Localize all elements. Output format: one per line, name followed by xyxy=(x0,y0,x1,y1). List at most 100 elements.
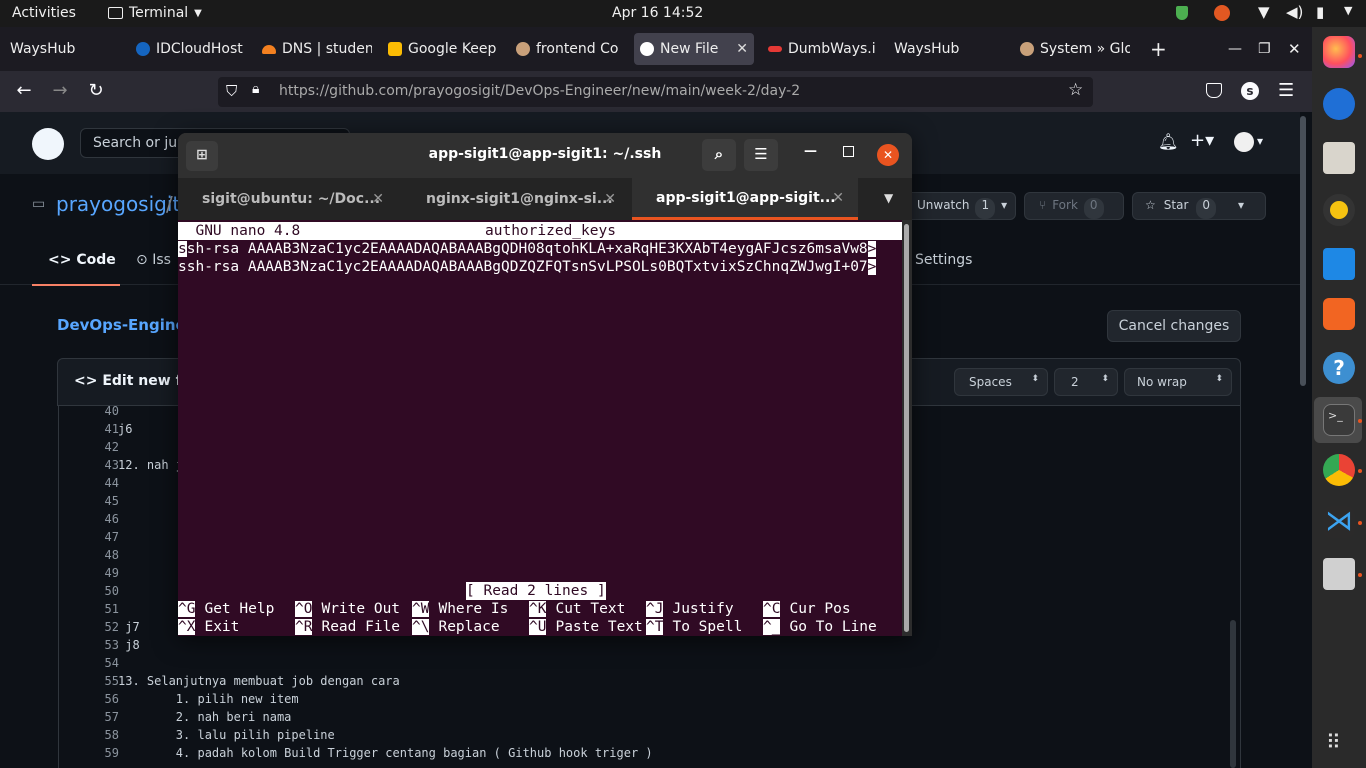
terminal-tab[interactable]: sigit@ubuntu: ~/Doc... ✕ xyxy=(178,178,404,220)
terminal-tab-active[interactable]: app-sigit1@app-sigit... ✕ xyxy=(632,178,858,220)
show-apps-grid-icon[interactable]: ⠿ xyxy=(1326,730,1341,754)
plus-dropdown-icon[interactable]: +▾ xyxy=(1190,130,1214,151)
browser-tab[interactable]: IDCloudHost xyxy=(130,33,246,65)
browser-tab[interactable]: DNS | studen xyxy=(256,33,372,65)
indent-size-select[interactable]: 2 ⬍ xyxy=(1054,368,1118,396)
app-tray-icon[interactable] xyxy=(1214,5,1230,21)
profile-avatar[interactable]: s xyxy=(1241,82,1259,100)
wifi-icon[interactable]: ▼ xyxy=(1258,3,1270,21)
code-line: 12. nah j xyxy=(118,458,184,472)
terminal-scrollbar-thumb[interactable] xyxy=(904,224,909,632)
browser-tab[interactable]: frontend Co xyxy=(510,33,626,65)
tab-label: WaysHub xyxy=(10,41,76,57)
tab-code[interactable]: <> Code xyxy=(32,248,120,286)
caret-down-icon: ▾ xyxy=(1001,198,1008,212)
files-icon[interactable] xyxy=(1323,142,1355,174)
close-tab-icon[interactable]: ✕ xyxy=(832,190,844,206)
shortcut-key: ^X xyxy=(178,619,196,635)
github-logo-icon[interactable] xyxy=(32,128,64,160)
idcloudhost-icon xyxy=(136,42,150,56)
indent-mode-value: Spaces xyxy=(969,375,1012,389)
star-label: Star xyxy=(1163,198,1189,212)
line-number: 56 xyxy=(104,692,119,706)
close-icon[interactable]: ✕ xyxy=(877,144,899,166)
browser-tab[interactable]: System » Glo xyxy=(1014,33,1130,65)
help-icon[interactable]: ? xyxy=(1323,352,1355,384)
minimize-window-button[interactable]: — xyxy=(1222,33,1248,65)
thunderbird-icon[interactable] xyxy=(1323,88,1355,120)
reload-icon[interactable]: ↻ xyxy=(84,80,108,101)
avatar-caret-icon[interactable]: ▾ xyxy=(1257,134,1263,148)
repo-owner-link[interactable]: prayogosigit xyxy=(56,192,180,216)
bookmark-star-icon[interactable]: ☆ xyxy=(1068,80,1083,100)
terminal-icon[interactable]: >_ xyxy=(1323,404,1355,436)
browser-tab[interactable]: Google Keep xyxy=(382,33,502,65)
hamburger-menu-icon[interactable]: ☰ xyxy=(1278,80,1294,101)
lock-icon[interactable]: 🔒︎ xyxy=(252,81,259,97)
browser-tab[interactable]: WaysHub xyxy=(4,33,114,65)
nano-shortcut: ^K Cut Text xyxy=(529,600,625,618)
pocket-icon[interactable] xyxy=(1206,83,1222,98)
back-arrow-icon[interactable]: ← xyxy=(12,80,36,101)
maximize-icon[interactable] xyxy=(843,146,854,157)
search-placeholder: Search or jum xyxy=(93,135,191,151)
shield-tray-icon[interactable] xyxy=(1176,6,1188,20)
app-menu[interactable]: Terminal ▼ xyxy=(108,5,202,21)
line-number: 47 xyxy=(104,530,119,544)
close-tab-icon[interactable]: ✕ xyxy=(736,41,748,57)
libreoffice-writer-icon[interactable] xyxy=(1323,248,1355,280)
close-window-button[interactable]: ✕ xyxy=(1282,33,1307,65)
browser-tab[interactable]: DumbWays.i xyxy=(762,33,880,65)
rhythmbox-icon[interactable] xyxy=(1323,194,1355,226)
shield-icon[interactable]: ⛉ xyxy=(226,82,237,100)
overflow-marker: > xyxy=(867,259,877,275)
maximize-window-button[interactable]: ❐ xyxy=(1252,33,1277,65)
battery-icon[interactable]: ▮ xyxy=(1316,3,1324,21)
tab-issues[interactable]: ⊙ Iss xyxy=(136,252,171,268)
terminal-tab[interactable]: nginx-sigit1@nginx-si... ✕ xyxy=(402,178,628,220)
shortcut-key: ^W xyxy=(412,601,430,617)
user-avatar[interactable] xyxy=(1234,132,1254,152)
chrome-icon[interactable] xyxy=(1323,454,1355,486)
minimize-icon[interactable]: — xyxy=(804,144,817,159)
firefox-icon[interactable] xyxy=(1323,36,1355,68)
url-bar[interactable]: ⛉ 🔒︎ https://github.com/prayogosigit/Dev… xyxy=(218,77,1093,107)
close-tab-icon[interactable]: ✕ xyxy=(372,191,384,207)
browser-tab[interactable]: WaysHub xyxy=(888,33,1004,65)
tab-list-dropdown-icon[interactable]: ▼ xyxy=(884,191,893,205)
shortcut-label: Cur Pos xyxy=(789,601,851,617)
line-number: 52 xyxy=(104,620,119,634)
browser-tab-active[interactable]: New File ✕ xyxy=(634,33,754,65)
editor-scrollbar[interactable] xyxy=(1230,620,1236,768)
unwatch-label: Unwatch xyxy=(917,198,970,212)
software-center-icon[interactable] xyxy=(1323,298,1355,330)
wrap-mode-select[interactable]: No wrap ⬍ xyxy=(1124,368,1232,396)
cancel-changes-button[interactable]: Cancel changes xyxy=(1107,310,1241,342)
tab-settings[interactable]: Settings xyxy=(915,252,972,268)
fork-button[interactable]: ⑂ Fork 0 xyxy=(1024,192,1124,220)
clock[interactable]: Apr 16 14:52 xyxy=(612,5,703,21)
running-indicator xyxy=(1358,521,1362,525)
forward-arrow-icon[interactable]: → xyxy=(48,80,72,101)
image-viewer-icon[interactable] xyxy=(1323,558,1355,590)
close-tab-icon[interactable]: ✕ xyxy=(604,191,616,207)
breadcrumb[interactable]: DevOps-Engine xyxy=(57,316,186,334)
activities-button[interactable]: Activities xyxy=(12,5,76,21)
indent-mode-select[interactable]: Spaces ⬍ xyxy=(954,368,1048,396)
jenkins-icon xyxy=(1020,42,1034,56)
tab-label: Google Keep xyxy=(408,41,497,57)
bell-icon[interactable]: 🔔︎ xyxy=(1158,132,1178,151)
line-number: 53 xyxy=(104,638,119,652)
vscode-icon[interactable]: ⋊ xyxy=(1323,506,1355,538)
unwatch-button[interactable]: Unwatch 1 ▾ xyxy=(904,192,1016,220)
terminal-body[interactable]: GNU nano 4.8 authorized_keys ssh-rsa AAAA… xyxy=(178,220,902,636)
menu-icon[interactable]: ☰ xyxy=(744,139,778,171)
volume-icon[interactable]: ◀) xyxy=(1286,3,1303,21)
star-button[interactable]: ☆ Star 0 ▾ xyxy=(1132,192,1266,220)
search-icon[interactable]: ⌕ xyxy=(702,139,736,171)
system-menu-caret-icon[interactable]: ▼ xyxy=(1344,4,1352,17)
page-scrollbar[interactable] xyxy=(1300,116,1306,386)
new-tab-button[interactable]: + xyxy=(1144,33,1173,65)
terminal-tab-label: nginx-sigit1@nginx-si... xyxy=(426,191,613,207)
gnome-top-bar: Activities Terminal ▼ Apr 16 14:52 ▼ ◀) … xyxy=(0,0,1366,27)
